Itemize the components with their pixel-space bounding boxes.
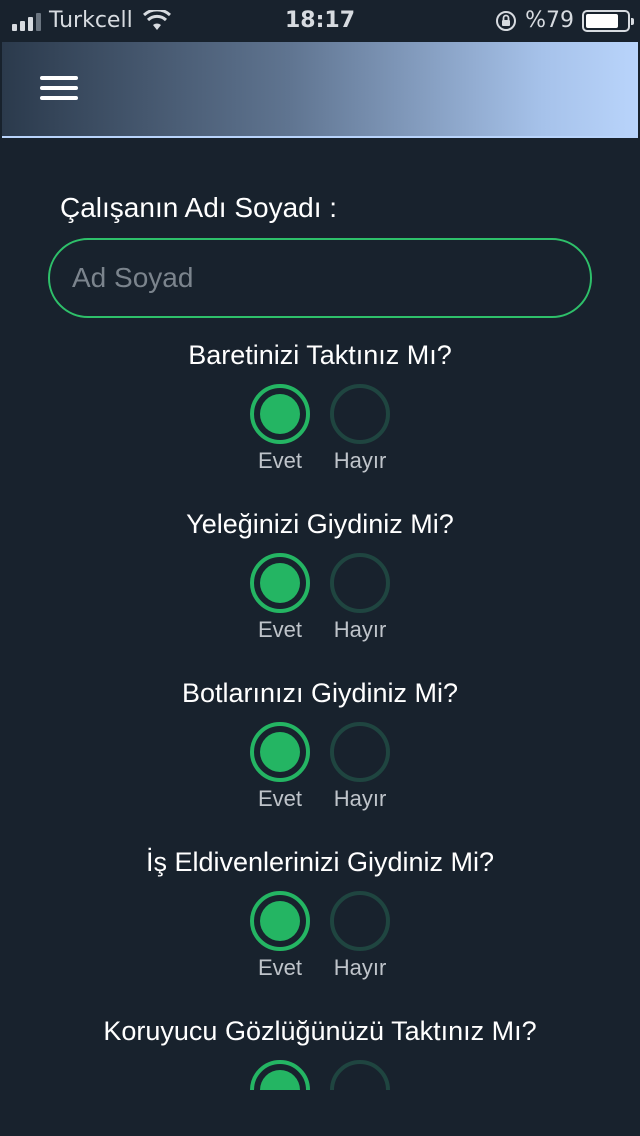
radio-unselected[interactable]	[330, 384, 390, 444]
question-block: Baretinizi Taktınız Mı? Evet Hayır	[0, 340, 640, 474]
radio-selected[interactable]	[250, 553, 310, 613]
radio-unselected[interactable]	[330, 1060, 390, 1090]
radio-unselected[interactable]	[330, 891, 390, 951]
yes-option-label: Evet	[257, 955, 303, 980]
yes-option[interactable]: Evet	[250, 1060, 310, 1090]
no-option[interactable]: Hayır	[330, 891, 390, 981]
no-option-label: Hayır	[333, 786, 387, 811]
radio-selected[interactable]	[250, 384, 310, 444]
no-option-label: Hayır	[333, 448, 387, 473]
yes-option-label: Evet	[257, 448, 303, 473]
radio-selected[interactable]	[250, 891, 310, 951]
radio-selected[interactable]	[250, 1060, 310, 1090]
status-bar: Turkcell 18:17 %79	[0, 0, 640, 42]
question-text: İş Eldivenlerinizi Giydiniz Mi?	[145, 847, 495, 877]
question-block: Koruyucu Gözlüğünüzü Taktınız Mı? Evet Hay…	[0, 1016, 640, 1090]
radio-unselected[interactable]	[330, 722, 390, 782]
question-text: Koruyucu Gözlüğünüzü Taktınız Mı?	[103, 1016, 537, 1046]
answer-options: Evet Hayır	[0, 722, 640, 812]
hamburger-menu-icon[interactable]	[38, 70, 80, 110]
no-option-label: Hayır	[333, 617, 387, 642]
yes-option[interactable]: Evet	[250, 891, 310, 981]
question-block: İş Eldivenlerinizi Giydiniz Mi? Evet Hayır	[0, 847, 640, 981]
form-content: Çalışanın Adı Soyadı : Baretinizi Taktın…	[0, 140, 640, 1090]
yes-option-label: Evet	[257, 617, 303, 642]
rotation-lock-icon	[496, 10, 517, 31]
radio-unselected[interactable]	[330, 553, 390, 613]
name-label: Çalışanın Adı Soyadı :	[60, 192, 338, 223]
no-option[interactable]: Hayır	[330, 722, 390, 812]
answer-options: Evet Hayır	[0, 553, 640, 643]
question-text: Yeleğinizi Giydiniz Mi?	[186, 509, 454, 539]
no-option[interactable]: Hayır	[330, 553, 390, 643]
no-option-label: Hayır	[333, 955, 387, 980]
yes-option[interactable]: Evet	[250, 553, 310, 643]
no-option[interactable]: Hayır	[330, 1060, 390, 1090]
no-option[interactable]: Hayır	[330, 384, 390, 474]
battery-icon	[582, 9, 634, 32]
question-block: Yeleğinizi Giydiniz Mi? Evet Hayır	[0, 509, 640, 643]
radio-selected[interactable]	[250, 722, 310, 782]
yes-option-label: Evet	[257, 786, 303, 811]
question-text: Baretinizi Taktınız Mı?	[188, 340, 452, 370]
question-text: Botlarınızı Giydiniz Mi?	[181, 678, 459, 708]
battery-percent: %79	[525, 8, 574, 33]
battery-level	[586, 13, 618, 28]
answer-options: Evet Hayır	[0, 891, 640, 981]
status-right: %79	[495, 8, 634, 33]
yes-option[interactable]: Evet	[250, 722, 310, 812]
name-input[interactable]	[48, 238, 592, 318]
app-header	[2, 42, 638, 138]
answer-options: Evet Hayır	[0, 384, 640, 474]
yes-option[interactable]: Evet	[250, 384, 310, 474]
question-block: Botlarınızı Giydiniz Mi? Evet Hayır	[0, 678, 640, 812]
answer-options: Evet Hayır	[0, 1060, 640, 1090]
